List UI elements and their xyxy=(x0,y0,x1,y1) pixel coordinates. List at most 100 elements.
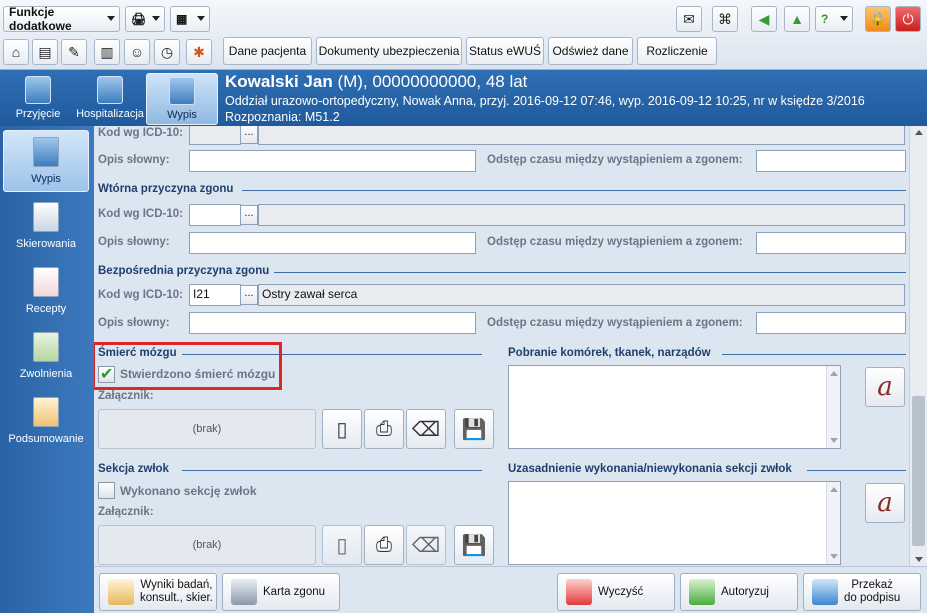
icd-code-field[interactable] xyxy=(189,204,241,226)
tab-discharge[interactable]: Wypis xyxy=(146,73,218,125)
attachment-box: (brak) xyxy=(98,409,316,449)
help-dropdown[interactable]: ? xyxy=(815,6,853,32)
functions-dropdown[interactable]: Funkcje dodatkowe xyxy=(3,5,120,33)
document-icon[interactable]: ▯ xyxy=(322,409,362,449)
textarea-scrollbar[interactable] xyxy=(826,482,840,564)
billing-button[interactable]: Rozliczenie xyxy=(637,37,717,65)
eraser-icon[interactable]: ⌫ xyxy=(406,409,446,449)
ewus-status-button[interactable]: Status eWUŚ xyxy=(466,37,544,65)
harvest-title: Pobranie komórek, tkanek, narządów xyxy=(508,347,711,359)
clear-button-label: Wyczyść xyxy=(598,585,644,598)
discharge-form: Kod wg ICD-10: ... Opis słowny: Odstęp c… xyxy=(94,126,909,566)
insurance-docs-button[interactable]: Dokumenty ubezpieczenia xyxy=(316,37,462,65)
highlight-box xyxy=(94,342,282,390)
clock-icon[interactable]: ◷ xyxy=(154,39,180,65)
signature-icon[interactable]: a xyxy=(865,367,905,407)
death-card-button[interactable]: Karta zgonu xyxy=(222,573,340,611)
death-card-icon xyxy=(231,579,257,605)
textarea-scrollbar[interactable] xyxy=(826,366,840,448)
home-icon[interactable]: ⌂ xyxy=(3,39,29,65)
building-icon xyxy=(25,76,51,104)
harvest-textarea[interactable] xyxy=(508,365,841,449)
building-icon xyxy=(97,76,123,104)
justification-textarea[interactable] xyxy=(508,481,841,565)
chevron-down-icon xyxy=(197,16,205,21)
secondary-cause-title: Wtórna przyczyna zgonu xyxy=(98,183,234,195)
mail-icon[interactable]: ✉ xyxy=(676,6,702,32)
layout-dropdown[interactable]: ▦ xyxy=(170,6,210,32)
patient-data-button[interactable]: Dane pacjenta xyxy=(223,37,312,65)
patient-header: Przyjęcie Hospitalizacja Wypis Kowalski … xyxy=(0,70,927,126)
sidebar-item-summary[interactable]: Podsumowanie xyxy=(3,391,89,453)
icd-lookup-button[interactable]: ... xyxy=(240,205,258,225)
interval-field[interactable] xyxy=(756,312,906,334)
scanner-icon[interactable]: ⎙ xyxy=(364,525,404,565)
icd-lookup-button[interactable]: ... xyxy=(240,285,258,305)
signature-icon[interactable]: a xyxy=(865,483,905,523)
document-icon[interactable]: ▯ xyxy=(322,525,362,565)
interval-field[interactable] xyxy=(756,150,906,172)
patient-title: Kowalski Jan (M), 00000000000, 48 lat xyxy=(225,72,865,92)
eraser-icon[interactable]: ⌫ xyxy=(406,525,446,565)
lock-icon[interactable]: 🔒 xyxy=(865,6,891,32)
patient-info: Kowalski Jan (M), 00000000000, 48 lat Od… xyxy=(225,72,865,124)
tab-discharge-label: Wypis xyxy=(167,109,197,121)
results-button[interactable]: Wyniki badań, konsult., skier. xyxy=(99,573,217,611)
tab-admission[interactable]: Przyjęcie xyxy=(2,73,74,125)
authorize-button-label: Autoryzuj xyxy=(721,585,769,598)
results-button-label: Wyniki badań, konsult., skier. xyxy=(140,579,213,604)
icd-code-field[interactable]: I21 xyxy=(189,284,241,306)
attachment-box: (brak) xyxy=(98,525,316,565)
description-field[interactable] xyxy=(189,312,476,334)
interval-label: Odstęp czasu między wystąpieniem a zgone… xyxy=(487,236,743,248)
scroll-down-icon[interactable] xyxy=(915,557,923,562)
documents-icon[interactable]: ▥ xyxy=(94,39,120,65)
scroll-thumb[interactable] xyxy=(912,396,925,546)
icd-description-field[interactable] xyxy=(258,204,905,226)
interval-field[interactable] xyxy=(756,232,906,254)
justification-title: Uzasadnienie wykonania/niewykonania sekc… xyxy=(508,463,792,475)
sidebar-item-sick-leave[interactable]: Zwolnienia xyxy=(3,326,89,388)
attachment-label: Załącznik: xyxy=(98,506,154,518)
notes-icon[interactable]: ✎ xyxy=(61,39,87,65)
content-scrollbar[interactable] xyxy=(909,126,927,566)
eraser-icon xyxy=(566,579,592,605)
patients-icon[interactable]: ☺ xyxy=(124,39,150,65)
section-divider xyxy=(182,470,482,471)
description-field[interactable] xyxy=(189,232,476,254)
icd-code-field[interactable] xyxy=(189,126,241,145)
icd-description-field[interactable] xyxy=(258,126,905,145)
network-icon[interactable]: ⌘ xyxy=(712,6,738,32)
building-icon xyxy=(169,77,195,105)
save-icon[interactable]: 💾 xyxy=(454,409,494,449)
icd-label: Kod wg ICD-10: xyxy=(98,127,183,139)
sidebar-item-label: Recepty xyxy=(25,303,67,315)
save-icon[interactable]: 💾 xyxy=(454,525,494,565)
sidebar-item-discharge[interactable]: Wypis xyxy=(3,130,89,192)
icd-label: Kod wg ICD-10: xyxy=(98,208,183,220)
icd-lookup-button[interactable]: ... xyxy=(240,126,258,144)
autopsy-checkbox[interactable] xyxy=(98,482,115,499)
authorize-button[interactable]: Autoryzuj xyxy=(680,573,798,611)
building-icon xyxy=(33,137,59,167)
printer-icon: 🖨 xyxy=(131,12,147,26)
sidebar-item-referrals[interactable]: Skierowania xyxy=(3,196,89,258)
icd-description-field[interactable]: Ostry zawał serca xyxy=(258,284,905,306)
scroll-up-icon[interactable] xyxy=(915,130,923,135)
clear-button[interactable]: Wyczyść xyxy=(557,573,675,611)
description-field[interactable] xyxy=(189,150,476,172)
up-arrow-icon[interactable]: ▲ xyxy=(784,6,810,32)
calendar-icon[interactable]: ▤ xyxy=(32,39,58,65)
refresh-data-button[interactable]: Odśwież dane xyxy=(548,37,633,65)
virus-icon[interactable]: ✱ xyxy=(186,39,212,65)
help-icon: ? xyxy=(821,12,829,26)
tab-hospitalization[interactable]: Hospitalizacja xyxy=(74,73,146,125)
section-divider xyxy=(807,470,906,471)
scanner-icon[interactable]: ⎙ xyxy=(364,409,404,449)
power-icon[interactable]: ⏻ xyxy=(895,6,921,32)
print-dropdown[interactable]: 🖨 xyxy=(125,6,165,32)
sidebar-item-prescriptions[interactable]: Recepty xyxy=(3,261,89,323)
description-label: Opis słowny: xyxy=(98,317,170,329)
back-arrow-icon[interactable]: ◀ xyxy=(751,6,777,32)
send-to-sign-button[interactable]: Przekaż do podpisu xyxy=(803,573,921,611)
